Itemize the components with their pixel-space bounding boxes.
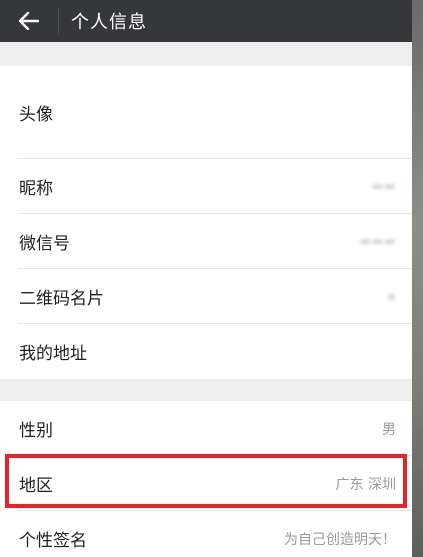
region-label: 地区 [19,476,53,496]
nickname-label: 昵称 [19,179,53,199]
details-group: 性别 男 地区 广东 深圳 个性签名 为自己创造明天！ [0,401,412,557]
background-strip [412,0,423,557]
profile-group: 头像 昵称 ▬▬ 微信号 ▬▬▬ 二维码名片 ▪ 我的地址 [0,66,412,379]
wechat-id-value-obscured: ▬▬▬ [359,234,396,249]
qrcode-icon: ▪ [387,289,396,304]
row-wechat-id[interactable]: 微信号 ▬▬▬ [0,214,412,269]
gender-label: 性别 [19,421,53,441]
row-gender[interactable]: 性别 男 [0,401,412,456]
arrow-left-icon [19,12,39,30]
top-bar: 个人信息 [0,0,412,42]
nickname-value-obscured: ▬▬ [371,179,396,194]
row-qrcode[interactable]: 二维码名片 ▪ [0,269,412,324]
row-nickname[interactable]: 昵称 ▬▬ [0,159,412,214]
back-button[interactable] [0,0,58,42]
avatar [322,72,412,152]
region-value: 广东 深圳 [335,476,396,493]
row-address[interactable]: 我的地址 [0,324,412,379]
qrcode-label: 二维码名片 [19,289,104,309]
topbar-divider [58,8,59,34]
page-title: 个人信息 [71,12,147,33]
row-region[interactable]: 地区 广东 深圳 [0,456,412,511]
avatar-label: 头像 [19,105,53,125]
signature-value: 为自己创造明天！ [284,531,396,548]
row-avatar[interactable]: 头像 [0,66,412,159]
signature-label: 个性签名 [19,531,87,551]
profile-screen: 个人信息 头像 昵称 ▬▬ 微信号 ▬▬▬ 二维码名片 ▪ 我的地址 性别 男 … [0,0,412,557]
address-label: 我的地址 [19,344,87,364]
row-signature[interactable]: 个性签名 为自己创造明天！ [0,511,412,557]
gender-value: 男 [382,421,396,438]
wechat-id-label: 微信号 [19,234,70,254]
